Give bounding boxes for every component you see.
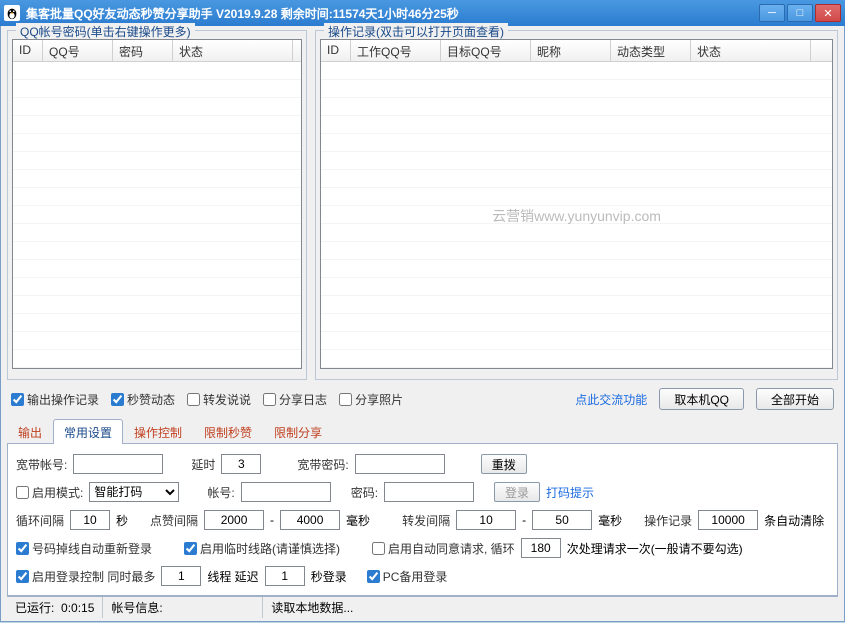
pwd-input[interactable] (384, 482, 474, 502)
acct-input[interactable] (241, 482, 331, 502)
like-min-input[interactable] (204, 510, 264, 530)
delay-input[interactable] (221, 454, 261, 474)
column-header[interactable]: ID (321, 40, 351, 61)
temp-route-checkbox[interactable]: 启用临时线路(请谨慎选择) (184, 540, 340, 557)
share-photo-checkbox[interactable]: 分享照片 (339, 391, 403, 408)
login-delay-input[interactable] (265, 566, 305, 586)
column-header[interactable]: ID (13, 40, 43, 61)
forward-checkbox[interactable]: 转发说说 (187, 391, 251, 408)
pc-backup-checkbox[interactable]: PC备用登录 (367, 568, 448, 585)
accounts-body[interactable] (13, 62, 301, 369)
like-interval-label: 点赞间隔 (150, 512, 198, 529)
bb-pwd-label: 宽带密码: (297, 456, 348, 473)
close-button[interactable]: ✕ (815, 4, 841, 22)
mode-select[interactable]: 智能打码 (89, 482, 179, 502)
status-message: 读取本地数据... (263, 597, 838, 618)
status-runtime: 已运行: 0:0:15 (7, 597, 103, 618)
bb-acct-input[interactable] (73, 454, 163, 474)
column-header[interactable]: 工作QQ号 (351, 40, 441, 61)
column-header[interactable]: 目标QQ号 (441, 40, 531, 61)
watermark: 云营销www.yunyunvip.com (492, 206, 661, 226)
bb-pwd-input[interactable] (355, 454, 445, 474)
column-header[interactable]: 状态 (691, 40, 811, 61)
column-header[interactable]: 密码 (113, 40, 173, 61)
get-local-qq-button[interactable]: 取本机QQ (659, 388, 744, 410)
like-max-input[interactable] (280, 510, 340, 530)
log-group: 操作记录(双击可以打开页面查看) ID工作QQ号目标QQ号昵称动态类型状态 云营… (315, 30, 838, 380)
tab-1[interactable]: 常用设置 (53, 419, 123, 444)
acct-label: 帐号: (207, 484, 234, 501)
redial-button[interactable]: 重拨 (481, 454, 527, 474)
login-button[interactable]: 登录 (494, 482, 540, 502)
loop-input[interactable] (70, 510, 110, 530)
start-all-button[interactable]: 全部开始 (756, 388, 834, 410)
delay-label: 延时 (191, 456, 215, 473)
maximize-button[interactable]: □ (787, 4, 813, 22)
record-input[interactable] (698, 510, 758, 530)
exchange-link[interactable]: 点此交流功能 (575, 391, 647, 408)
record-label: 操作记录 (644, 512, 692, 529)
window-title: 集客批量QQ好友动态秒赞分享助手 V2019.9.28 剩余时间:11574天1… (26, 5, 759, 22)
tab-0[interactable]: 输出 (7, 419, 53, 444)
column-header[interactable]: 昵称 (531, 40, 611, 61)
auto-agree-n-input[interactable] (521, 538, 561, 558)
log-table[interactable]: ID工作QQ号目标QQ号昵称动态类型状态 云营销www.yunyunvip.co… (320, 39, 833, 369)
fwd-min-input[interactable] (456, 510, 516, 530)
share-log-checkbox[interactable]: 分享日志 (263, 391, 327, 408)
loop-label: 循环间隔 (16, 512, 64, 529)
fwd-interval-label: 转发间隔 (402, 512, 450, 529)
code-tip-link[interactable]: 打码提示 (546, 484, 594, 501)
accounts-group: QQ帐号密码(单击右键操作更多) IDQQ号密码状态 (7, 30, 307, 380)
column-header[interactable]: 动态类型 (611, 40, 691, 61)
fwd-max-input[interactable] (532, 510, 592, 530)
accounts-table[interactable]: IDQQ号密码状态 (12, 39, 302, 369)
login-ctrl-checkbox[interactable]: 启用登录控制 同时最多 (16, 568, 155, 585)
output-log-checkbox[interactable]: 输出操作记录 (11, 391, 99, 408)
relogin-checkbox[interactable]: 号码掉线自动重新登录 (16, 540, 152, 557)
auto-agree-checkbox[interactable]: 启用自动同意请求, 循环 (372, 540, 515, 557)
bb-acct-label: 宽带帐号: (16, 456, 67, 473)
accounts-legend: QQ帐号密码(单击右键操作更多) (16, 23, 195, 40)
log-body[interactable]: 云营销www.yunyunvip.com (321, 62, 832, 369)
tab-2[interactable]: 操作控制 (123, 419, 193, 444)
status-acct-info: 帐号信息: (103, 597, 263, 618)
log-legend: 操作记录(双击可以打开页面查看) (324, 23, 508, 40)
settings-panel: 宽带帐号: 延时 宽带密码: 重拨 启用模式: 智能打码 帐号: 密码: 登录 … (7, 444, 838, 596)
minimize-button[interactable]: ─ (759, 4, 785, 22)
tab-4[interactable]: 限制分享 (263, 419, 333, 444)
enable-mode-checkbox[interactable]: 启用模式: (16, 484, 83, 501)
login-n-input[interactable] (161, 566, 201, 586)
pwd-label: 密码: (351, 484, 378, 501)
column-header[interactable]: QQ号 (43, 40, 113, 61)
app-icon (4, 5, 20, 21)
column-header[interactable]: 状态 (173, 40, 293, 61)
like-checkbox[interactable]: 秒赞动态 (111, 391, 175, 408)
tab-3[interactable]: 限制秒赞 (193, 419, 263, 444)
